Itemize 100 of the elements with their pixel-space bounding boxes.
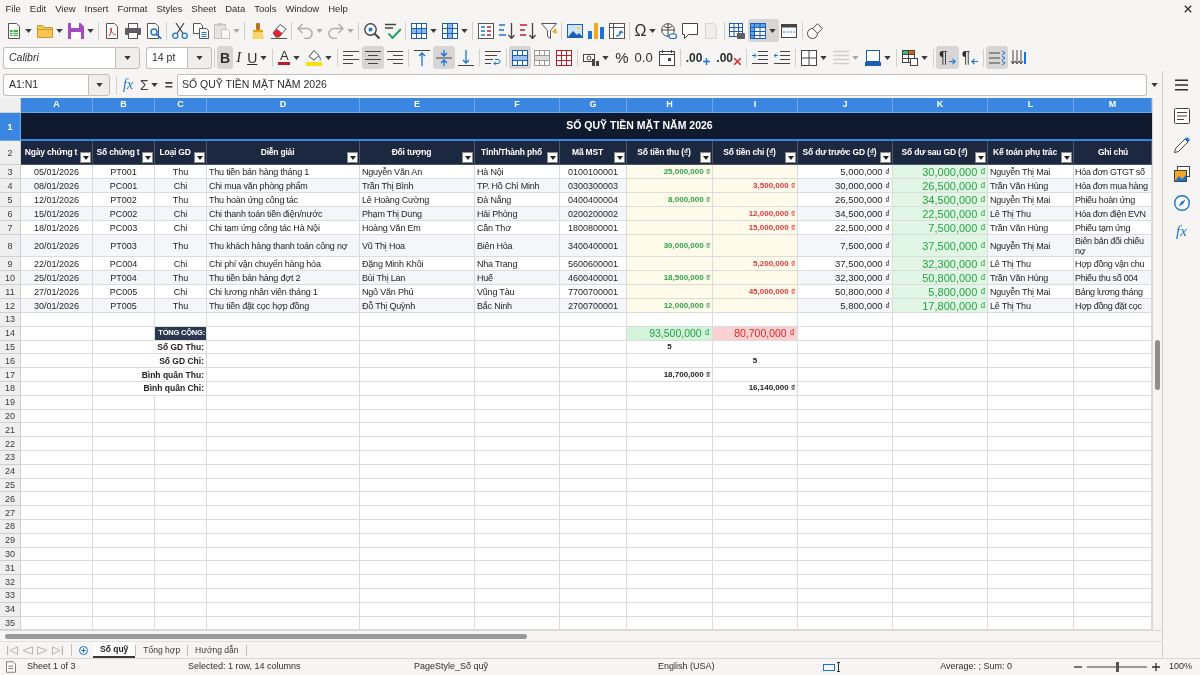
- row-header[interactable]: 16: [0, 354, 21, 369]
- zoom-in-button[interactable]: [1152, 663, 1160, 671]
- row-header[interactable]: 9: [0, 257, 21, 271]
- column-header[interactable]: F: [475, 98, 560, 113]
- column-header[interactable]: A: [21, 98, 93, 113]
- row-header[interactable]: 13: [0, 313, 21, 327]
- table-cell: Hải Phòng: [475, 207, 560, 221]
- row-header[interactable]: 3: [0, 165, 21, 179]
- filter-button[interactable]: [347, 152, 358, 163]
- freeze-rows-button[interactable]: [747, 19, 779, 42]
- row-header[interactable]: 7: [0, 221, 21, 235]
- merge-center-button[interactable]: [509, 46, 532, 69]
- formula-button[interactable]: =: [162, 77, 175, 92]
- horizontal-scrollbar[interactable]: [0, 630, 1162, 641]
- menu-item[interactable]: Data: [220, 0, 250, 17]
- filter-button[interactable]: [142, 152, 153, 163]
- filter-button[interactable]: [700, 152, 711, 163]
- slider-thumb[interactable]: [1115, 662, 1119, 672]
- row-header[interactable]: 11: [0, 285, 21, 299]
- column-header[interactable]: L: [988, 98, 1074, 113]
- row-header[interactable]: 31: [0, 561, 21, 576]
- add-decimal-button[interactable]: .00: [682, 46, 714, 69]
- font-name-field[interactable]: Calibri: [3, 46, 115, 69]
- name-box[interactable]: A1:N1: [3, 73, 88, 96]
- row-header[interactable]: 5: [0, 193, 21, 207]
- column-header[interactable]: G: [560, 98, 627, 113]
- right-to-left-button[interactable]: ¶: [958, 46, 982, 69]
- row-header[interactable]: 2: [0, 141, 21, 165]
- filter-button[interactable]: [975, 152, 986, 163]
- sheet-tab[interactable]: Tổng hợp: [136, 642, 188, 658]
- dropdown-button[interactable]: [88, 73, 110, 96]
- column-header[interactable]: J: [798, 98, 893, 113]
- menu-item[interactable]: Styles: [151, 0, 187, 17]
- left-to-right-button[interactable]: ¶: [936, 46, 959, 69]
- row-header[interactable]: 22: [0, 437, 21, 451]
- row-header[interactable]: 27: [0, 506, 21, 520]
- menu-item[interactable]: Sheet: [186, 0, 221, 17]
- delete-decimal-button[interactable]: .00: [713, 46, 745, 69]
- row-header[interactable]: 6: [0, 207, 21, 221]
- filter-button[interactable]: [80, 152, 91, 163]
- column-header[interactable]: M: [1074, 98, 1152, 113]
- filter-button[interactable]: [547, 152, 558, 163]
- menu-item[interactable]: Tools: [249, 0, 281, 17]
- number-format-button[interactable]: 0.0: [631, 46, 656, 69]
- font-color-button[interactable]: A: [275, 46, 304, 69]
- sum-button[interactable]: Σ: [138, 77, 160, 92]
- column-header[interactable]: I: [713, 98, 798, 113]
- bold-button[interactable]: B: [217, 46, 234, 69]
- filter-button[interactable]: [194, 152, 205, 163]
- filter-button[interactable]: [614, 152, 625, 163]
- sort-descending-icon: [519, 22, 536, 39]
- add-sheet-button[interactable]: [78, 645, 89, 655]
- row-header[interactable]: 4: [0, 179, 21, 193]
- sheet-tab[interactable]: Số quỹ: [93, 642, 136, 658]
- row-header[interactable]: 12: [0, 299, 21, 313]
- align-middle-button[interactable]: [433, 46, 456, 69]
- dropdown-button[interactable]: [187, 46, 212, 69]
- align-center-button[interactable]: [362, 46, 385, 69]
- row-header[interactable]: 21: [0, 423, 21, 438]
- menu-item[interactable]: View: [50, 0, 81, 17]
- percent-format-button[interactable]: %: [612, 46, 632, 69]
- row-header[interactable]: 26: [0, 492, 21, 507]
- underline-button[interactable]: U: [244, 46, 271, 69]
- row-header[interactable]: 10: [0, 271, 21, 285]
- filter-button[interactable]: [785, 152, 796, 163]
- dropdown-button[interactable]: [115, 46, 140, 69]
- special-character-button[interactable]: Ω: [632, 19, 659, 42]
- filter-button[interactable]: [462, 152, 473, 163]
- column-header[interactable]: D: [207, 98, 360, 113]
- formula-input[interactable]: SỐ QUỸ TIỀN MẶT NĂM 2026: [176, 73, 1147, 96]
- column-header[interactable]: K: [893, 98, 988, 113]
- zoom-out-button[interactable]: [1074, 663, 1082, 671]
- column-header[interactable]: B: [93, 98, 155, 113]
- italic-button[interactable]: I: [233, 46, 245, 69]
- skip-start-button[interactable]: [5, 645, 20, 655]
- scrollbar-thumb[interactable]: [1155, 340, 1160, 390]
- row-header[interactable]: 17: [0, 368, 21, 382]
- row-header[interactable]: 32: [0, 575, 21, 589]
- column-header[interactable]: H: [627, 98, 713, 113]
- row-header[interactable]: 8: [0, 235, 21, 257]
- table-cell: 5: [713, 354, 798, 369]
- vertical-scrollbar[interactable]: [1152, 98, 1162, 630]
- filter-button[interactable]: [880, 152, 891, 163]
- menu-item[interactable]: Insert: [80, 0, 113, 17]
- font-size-field[interactable]: 14 pt: [146, 46, 187, 69]
- table-cell: Vũ Thị Hoa: [360, 235, 475, 257]
- column-header[interactable]: E: [360, 98, 475, 113]
- scrollbar-thumb[interactable]: [5, 633, 527, 639]
- menu-item[interactable]: Edit: [25, 0, 51, 17]
- functions-button[interactable]: fx: [1163, 217, 1200, 246]
- sheet-tab[interactable]: Hướng dẫn: [188, 642, 246, 658]
- function-wizard-button[interactable]: fx: [121, 77, 136, 92]
- text-direction-button[interactable]: [986, 46, 1009, 69]
- menu-item[interactable]: File: [1, 0, 26, 17]
- menu-item[interactable]: Help: [323, 0, 353, 17]
- column-header[interactable]: C: [155, 98, 207, 113]
- menu-item[interactable]: Window: [280, 0, 324, 17]
- row-header[interactable]: 1: [0, 113, 21, 141]
- filter-button[interactable]: [1061, 152, 1072, 163]
- menu-item[interactable]: Format: [112, 0, 152, 17]
